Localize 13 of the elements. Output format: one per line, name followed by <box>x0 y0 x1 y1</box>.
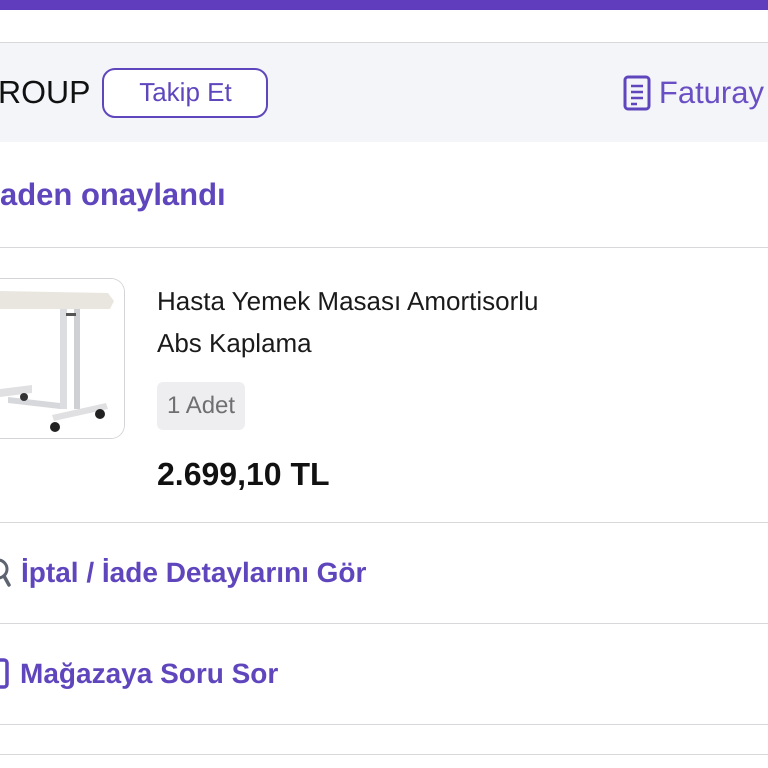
product-price: 2.699,10 TL <box>157 456 330 493</box>
document-icon <box>622 74 651 110</box>
store-name: ROUP <box>0 74 90 111</box>
chat-icon <box>0 657 10 691</box>
product-title: Hasta Yemek Masası Amortisorlu <box>157 285 538 318</box>
action-link[interactable]: Mağazaya Soru Sor <box>20 658 278 690</box>
invoice-link[interactable]: Faturay <box>622 74 764 110</box>
action-link[interactable]: İptal / İade Detaylarını Gör <box>21 557 366 589</box>
quantity-label: 1 Adet <box>157 382 246 430</box>
product-title: Abs Kaplama <box>157 327 312 360</box>
order-status: aden onaylandı <box>0 176 226 212</box>
invoice-link-text[interactable]: Faturay <box>658 74 764 110</box>
follow-button[interactable]: Takip Et <box>102 68 268 118</box>
